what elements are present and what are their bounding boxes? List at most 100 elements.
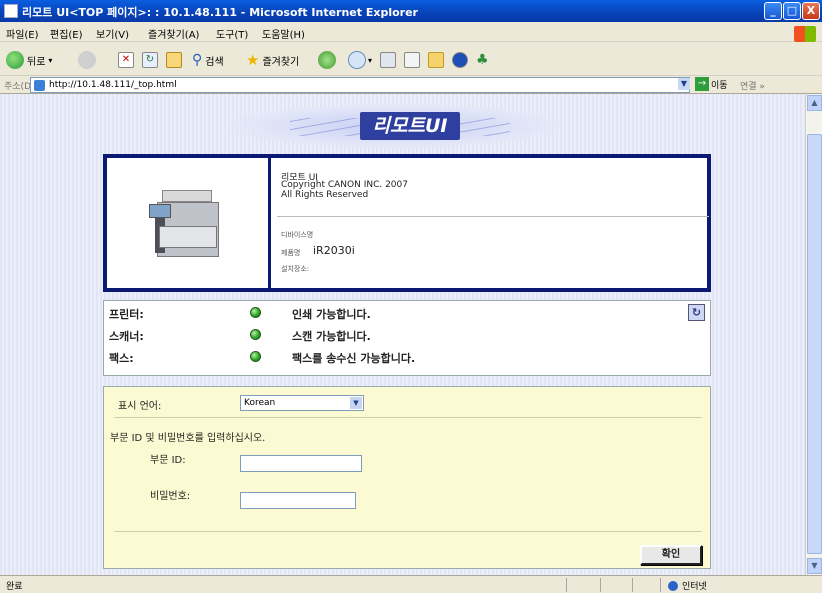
password-input[interactable]: [240, 492, 356, 509]
globe-icon: [668, 580, 678, 591]
printer-icon: [380, 52, 396, 68]
rights-text: All Rights Reserved: [281, 190, 369, 200]
divider: [566, 578, 567, 592]
menu-tools[interactable]: 도구(T): [216, 26, 248, 41]
mail-button[interactable]: ▾: [348, 50, 372, 70]
window-title: 리모트 UI<TOP 페이지>: : 10.1.48.111 - Microso…: [22, 6, 418, 19]
close-button[interactable]: X: [802, 2, 820, 20]
password-label: 비밀번호:: [150, 491, 191, 502]
search-icon: ⚲: [192, 52, 203, 68]
page-icon: [34, 80, 45, 91]
fax-status-row: 팩스: 팩스를 송수신 가능합니다.: [104, 347, 710, 367]
copier-control-panel: [149, 204, 171, 218]
divider: [660, 578, 661, 592]
divider: [114, 417, 702, 418]
stop-button[interactable]: ✕: [118, 50, 134, 70]
scanner-status-text: 스캔 가능합니다.: [292, 330, 371, 343]
windows-logo-icon: [794, 26, 816, 42]
chevron-down-icon: ▼: [350, 397, 362, 409]
address-input[interactable]: http://10.1.48.111/_top.html: [30, 77, 690, 93]
refresh-page-button[interactable]: ↻: [142, 50, 158, 70]
menu-favorites[interactable]: 즐겨찾기(A): [148, 26, 199, 41]
edit-button[interactable]: [404, 50, 420, 70]
go-label: 이동: [711, 80, 728, 91]
scrollbar-thumb[interactable]: [807, 134, 822, 554]
stop-icon: ✕: [118, 52, 134, 68]
print-button[interactable]: [380, 50, 396, 70]
fax-status-text: 팩스를 송수신 가능합니다.: [292, 352, 416, 365]
address-url: http://10.1.48.111/_top.html: [49, 80, 177, 90]
language-select[interactable]: Korean ▼: [240, 395, 364, 411]
back-label: 뒤로: [27, 56, 46, 68]
home-icon: [166, 52, 182, 68]
favorites-button[interactable]: ★ 즐겨찾기: [246, 50, 299, 70]
status-bar: 완료 인터넷: [0, 575, 822, 593]
menu-edit[interactable]: 편집(E): [50, 26, 83, 41]
scroll-up-icon[interactable]: ▲: [807, 95, 822, 111]
vertical-scrollbar[interactable]: ▲ ▼: [805, 94, 822, 575]
refresh-icon: ↻: [691, 306, 702, 319]
copier-scanner-lid: [162, 190, 212, 202]
edit-icon: [404, 52, 420, 68]
title-bar: 리모트 UI<TOP 페이지>: : 10.1.48.111 - Microso…: [0, 0, 822, 22]
scanner-status-label: 스캐너:: [109, 330, 144, 343]
history-button[interactable]: [318, 50, 336, 70]
minimize-button[interactable]: _: [764, 2, 782, 20]
status-ok-icon: [250, 307, 261, 318]
scroll-down-icon[interactable]: ▼: [807, 558, 822, 574]
fax-status-label: 팩스:: [109, 352, 134, 365]
device-image: [107, 158, 271, 288]
menu-file[interactable]: 파일(E): [6, 26, 39, 41]
ie-app-icon[interactable]: [4, 4, 18, 18]
location-label: 설치장소:: [281, 265, 310, 273]
back-arrow-icon: [6, 51, 24, 69]
printer-status-row: 프린터: 인쇄 가능합니다.: [104, 303, 710, 323]
dept-id-label: 부문 ID:: [150, 455, 186, 466]
status-done-text: 완료: [6, 582, 23, 592]
go-button[interactable]: → 이동: [695, 77, 728, 91]
copier-paper-tray: [159, 226, 217, 248]
dept-id-input[interactable]: [240, 455, 362, 472]
printer-status-label: 프린터:: [109, 308, 144, 321]
model-value: iR2030i: [313, 244, 355, 257]
messenger-icon: ♣: [476, 52, 489, 68]
address-dropdown-icon[interactable]: ▼: [678, 78, 690, 90]
go-arrow-icon: →: [695, 77, 709, 91]
status-ok-icon: [250, 329, 261, 340]
links-button[interactable]: 연결 »: [740, 79, 765, 92]
maximize-button[interactable]: □: [783, 2, 801, 20]
menu-bar: 파일(E) 편집(E) 보기(V) 즐겨찾기(A) 도구(T) 도움말(H): [0, 22, 822, 42]
favorites-label: 즐겨찾기: [262, 56, 300, 68]
banner: 리모트UI: [230, 104, 560, 148]
divider: [114, 531, 702, 532]
menu-view[interactable]: 보기(V): [96, 26, 129, 41]
banner-title: 리모트UI: [360, 112, 460, 140]
ok-button[interactable]: 확인: [640, 545, 702, 565]
chevron-down-icon: ▾: [48, 55, 53, 65]
refresh-icon: ↻: [142, 52, 158, 68]
forward-button[interactable]: [78, 50, 96, 70]
security-zone: 인터넷: [668, 579, 707, 592]
device-info-panel: 리모트 UI Copyright CANON INC. 2007 All Rig…: [103, 154, 711, 292]
chevron-down-icon: ▾: [368, 55, 373, 65]
zone-label: 인터넷: [682, 582, 707, 592]
folder-button[interactable]: [428, 50, 444, 70]
menu-help[interactable]: 도움말(H): [262, 26, 305, 41]
mail-icon: [348, 51, 366, 69]
login-instruction: 부문 ID 및 비밀번호를 입력하십시오.: [110, 433, 266, 444]
back-button[interactable]: 뒤로 ▾: [6, 50, 52, 70]
home-button[interactable]: [166, 50, 182, 70]
printer-status-text: 인쇄 가능합니다.: [292, 308, 371, 321]
language-value: Korean: [244, 398, 276, 408]
status-ok-icon: [250, 351, 261, 362]
messenger-button[interactable]: ♣: [476, 50, 489, 70]
search-label: 검색: [205, 56, 224, 68]
history-icon: [318, 51, 336, 69]
toolbar: 뒤로 ▾ ✕ ↻ ⚲ 검색 ★ 즐겨찾기 ▾ ♣: [0, 42, 822, 76]
refresh-status-button[interactable]: ↻: [688, 304, 705, 321]
language-label: 표시 언어:: [118, 401, 162, 412]
bluetooth-button[interactable]: [452, 50, 468, 70]
search-button[interactable]: ⚲ 검색: [192, 50, 224, 70]
star-icon: ★: [246, 51, 260, 69]
device-name-label: 디바이스명: [281, 231, 314, 239]
